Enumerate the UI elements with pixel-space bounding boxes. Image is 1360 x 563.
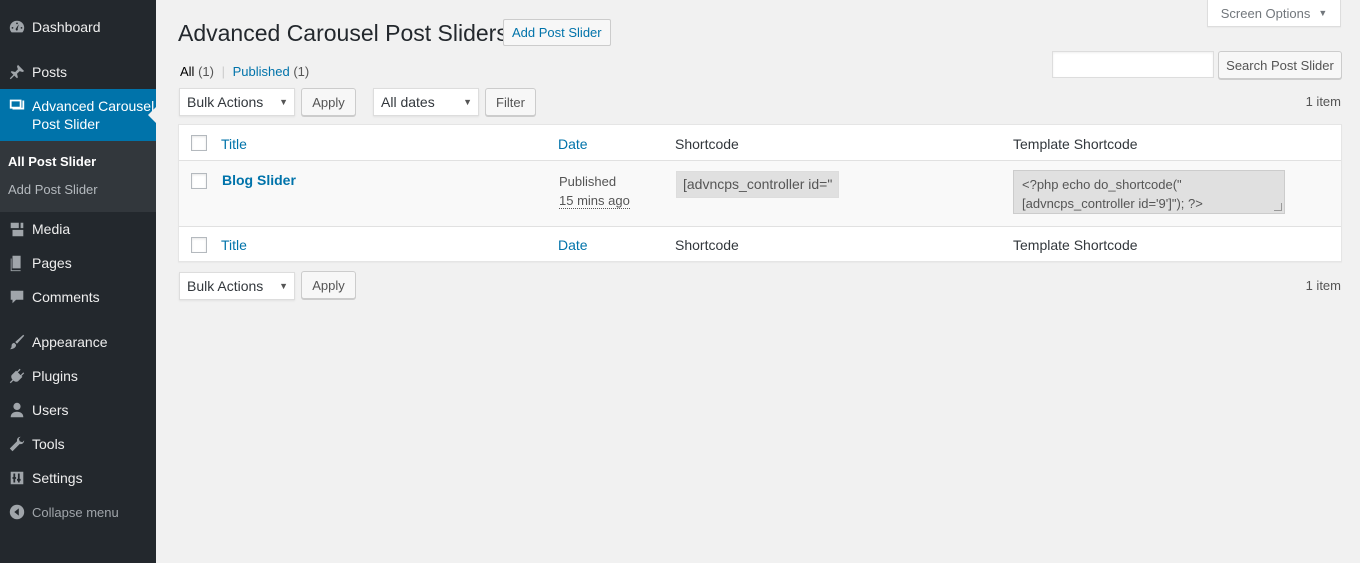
wrench-icon <box>0 435 32 453</box>
view-published-count: (1) <box>293 64 310 79</box>
apply-button-top[interactable]: Apply <box>301 88 356 116</box>
pin-icon <box>0 63 32 81</box>
column-title-sort-footer[interactable]: Title <box>221 237 247 253</box>
bulk-actions-select-top[interactable]: Bulk Actions ▼ <box>179 88 295 116</box>
search-input[interactable] <box>1052 51 1214 78</box>
dates-filter-select[interactable]: All dates ▼ <box>373 88 479 116</box>
menu-label: Settings <box>32 470 83 486</box>
view-all-count: (1) <box>198 64 214 79</box>
menu-label: Pages <box>32 255 72 271</box>
bulk-actions-value: Bulk Actions <box>187 278 264 294</box>
menu-label: Collapse menu <box>32 504 119 520</box>
current-indicator-arrow <box>148 107 156 123</box>
select-all-checkbox-footer[interactable] <box>191 237 207 253</box>
column-shortcode-footer: Shortcode <box>675 237 739 253</box>
menu-label: Dashboard <box>32 19 101 35</box>
menu-item-advanced-carousel[interactable]: Advanced Carousel Post Slider <box>0 89 156 141</box>
submenu-add-post-slider[interactable]: Add Post Slider <box>8 182 98 197</box>
pages-icon <box>0 254 32 272</box>
menu-item-users[interactable]: Users <box>0 393 156 427</box>
select-all-checkbox[interactable] <box>191 135 207 151</box>
column-template-shortcode-footer: Template Shortcode <box>1013 237 1138 253</box>
menu-label: Appearance <box>32 334 108 350</box>
user-icon <box>0 401 32 419</box>
submenu-all-post-slider[interactable]: All Post Slider <box>8 154 96 169</box>
collapse-menu-button[interactable]: Collapse menu <box>0 495 156 529</box>
template-line-1: <?php echo do_shortcode(" <box>1022 177 1182 192</box>
menu-item-settings[interactable]: Settings <box>0 461 156 495</box>
search-post-slider-button[interactable]: Search Post Slider <box>1218 51 1342 79</box>
submenu: All Post Slider Add Post Slider <box>0 141 156 212</box>
menu-label: Media <box>32 221 71 237</box>
admin-sidebar: Dashboard Posts Advanced Carousel Post Sl… <box>0 0 156 563</box>
menu-label: Posts <box>32 64 68 80</box>
menu-item-posts[interactable]: Posts <box>0 55 156 89</box>
chevron-down-icon: ▼ <box>279 281 288 291</box>
items-count-bottom: 1 item <box>1305 278 1341 293</box>
row-checkbox[interactable] <box>191 173 207 189</box>
column-template-shortcode: Template Shortcode <box>1013 136 1138 152</box>
filter-button[interactable]: Filter <box>485 88 536 116</box>
view-published-link[interactable]: Published <box>233 64 290 79</box>
dates-filter-value: All dates <box>381 94 435 110</box>
page-title: Advanced Carousel Post Sliders <box>178 20 508 46</box>
column-shortcode: Shortcode <box>675 136 739 152</box>
row-status: Published <box>559 174 617 189</box>
menu-label: Advanced Carousel Post Slider <box>32 98 155 132</box>
menu-item-comments[interactable]: Comments <box>0 280 156 314</box>
table-footer-row: Title Date Shortcode Template Shortcode <box>179 226 1341 262</box>
shortcode-field[interactable]: [advncps_controller id=" <box>676 171 839 198</box>
view-separator: | <box>221 64 225 79</box>
row-title-link[interactable]: Blog Slider <box>222 172 296 188</box>
bulk-actions-value: Bulk Actions <box>187 94 264 110</box>
menu-item-plugins[interactable]: Plugins <box>0 359 156 393</box>
add-post-slider-button[interactable]: Add Post Slider <box>503 19 611 46</box>
row-date-ago: 15 mins ago <box>559 193 630 209</box>
collapse-icon <box>0 503 32 521</box>
screen-options-button[interactable]: Screen Options ▼ <box>1207 0 1341 27</box>
template-line-2: [advncps_controller id='9']"); ?> <box>1022 196 1203 211</box>
chevron-down-icon: ▼ <box>279 97 288 107</box>
menu-item-appearance[interactable]: Appearance <box>0 325 156 359</box>
items-count-top: 1 item <box>1305 94 1341 109</box>
menu-item-pages[interactable]: Pages <box>0 246 156 280</box>
brush-icon <box>0 333 32 351</box>
bulk-actions-select-bottom[interactable]: Bulk Actions ▼ <box>179 272 295 300</box>
menu-label: Plugins <box>32 368 78 384</box>
view-all-link[interactable]: All <box>180 64 194 79</box>
menu-item-dashboard[interactable]: Dashboard <box>0 10 156 44</box>
caret-down-icon: ▼ <box>1318 8 1328 18</box>
settings-icon <box>0 469 32 487</box>
menu-label: Tools <box>32 436 65 452</box>
column-date-sort[interactable]: Date <box>558 136 588 152</box>
view-filters: All (1) | Published (1) <box>180 64 309 79</box>
post-slider-table: Title Date Shortcode Template Shortcode … <box>178 124 1342 262</box>
menu-item-media[interactable]: Media <box>0 212 156 246</box>
menu-item-tools[interactable]: Tools <box>0 427 156 461</box>
comments-icon <box>0 288 32 306</box>
menu-label: Users <box>32 402 69 418</box>
chevron-down-icon: ▼ <box>463 97 472 107</box>
media-icon <box>0 220 32 238</box>
resize-grip-icon[interactable] <box>1274 203 1282 211</box>
row-date: Published 15 mins ago <box>559 172 630 210</box>
column-date-sort-footer[interactable]: Date <box>558 237 588 253</box>
template-shortcode-field[interactable]: <?php echo do_shortcode(" [advncps_contr… <box>1013 170 1285 214</box>
table-header-row: Title Date Shortcode Template Shortcode <box>179 125 1341 161</box>
apply-button-bottom[interactable]: Apply <box>301 271 356 299</box>
screen-options-label: Screen Options <box>1220 5 1311 21</box>
dashboard-icon <box>0 18 32 36</box>
plugin-icon <box>0 367 32 385</box>
slides-icon <box>0 89 32 114</box>
menu-label: Comments <box>32 289 100 305</box>
column-title-sort[interactable]: Title <box>221 136 247 152</box>
table-row: Blog Slider Published 15 mins ago [advnc… <box>179 161 1341 226</box>
